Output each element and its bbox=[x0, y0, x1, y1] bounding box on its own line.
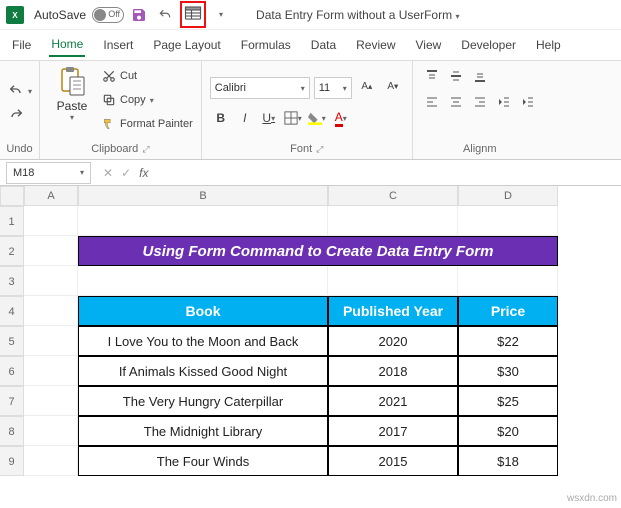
row-header[interactable]: 2 bbox=[0, 236, 24, 266]
increase-font-button[interactable]: A▴ bbox=[356, 75, 378, 97]
undo-button[interactable]: ▾ bbox=[8, 80, 32, 102]
table-cell[interactable]: $18 bbox=[458, 446, 558, 476]
row-header[interactable]: 5 bbox=[0, 326, 24, 356]
decrease-font-button[interactable]: A▾ bbox=[382, 75, 404, 97]
format-painter-button[interactable]: Format Painter bbox=[102, 113, 193, 135]
formula-bar: M18▾ ✕ ✓ fx bbox=[0, 160, 621, 186]
borders-button[interactable]: ▾ bbox=[282, 107, 304, 129]
table-cell[interactable]: 2018 bbox=[328, 356, 458, 386]
table-cell[interactable]: If Animals Kissed Good Night bbox=[78, 356, 328, 386]
cut-button[interactable]: Cut bbox=[102, 65, 193, 87]
table-header[interactable]: Price bbox=[458, 296, 558, 326]
excel-icon: X bbox=[6, 6, 24, 24]
font-name-dropdown[interactable]: Calibri▾ bbox=[210, 77, 310, 99]
tab-developer[interactable]: Developer bbox=[459, 34, 518, 56]
table-header[interactable]: Book bbox=[78, 296, 328, 326]
autosave-label: AutoSave bbox=[34, 8, 86, 22]
ribbon-tabs: File Home Insert Page Layout Formulas Da… bbox=[0, 30, 621, 60]
font-size-dropdown[interactable]: 11▾ bbox=[314, 77, 352, 99]
table-cell[interactable]: I Love You to the Moon and Back bbox=[78, 326, 328, 356]
col-header-d[interactable]: D bbox=[458, 186, 558, 206]
name-box[interactable]: M18▾ bbox=[6, 162, 91, 184]
paste-button[interactable]: Paste▾ bbox=[48, 65, 96, 122]
group-undo-label: Undo bbox=[8, 141, 31, 155]
tab-insert[interactable]: Insert bbox=[101, 34, 135, 56]
save-button[interactable] bbox=[128, 4, 150, 26]
redo-button[interactable] bbox=[8, 104, 24, 126]
undo-qat-button[interactable] bbox=[154, 4, 176, 26]
align-bottom-button[interactable] bbox=[469, 65, 491, 87]
table-cell[interactable]: $22 bbox=[458, 326, 558, 356]
enter-formula-icon[interactable]: ✓ bbox=[121, 166, 131, 180]
tab-data[interactable]: Data bbox=[309, 34, 338, 56]
align-left-button[interactable] bbox=[421, 91, 443, 113]
title-bar: X AutoSave Off ▾ Data Entry Form without… bbox=[0, 0, 621, 30]
font-launcher-icon[interactable]: ⤢ bbox=[316, 144, 323, 155]
table-cell[interactable]: 2020 bbox=[328, 326, 458, 356]
document-title: Data Entry Form without a UserForm ▾ bbox=[256, 8, 459, 22]
copy-button[interactable]: Copy▾ bbox=[102, 89, 193, 111]
sheet-title[interactable]: Using Form Command to Create Data Entry … bbox=[78, 236, 558, 266]
table-cell[interactable]: 2017 bbox=[328, 416, 458, 446]
italic-button[interactable]: I bbox=[234, 107, 256, 129]
table-cell[interactable]: 2015 bbox=[328, 446, 458, 476]
row-header[interactable]: 6 bbox=[0, 356, 24, 386]
table-cell[interactable]: The Four Winds bbox=[78, 446, 328, 476]
group-clipboard-label: Clipboard bbox=[91, 143, 138, 155]
row-header[interactable]: 9 bbox=[0, 446, 24, 476]
col-header-a[interactable]: A bbox=[24, 186, 78, 206]
row-header[interactable]: 8 bbox=[0, 416, 24, 446]
row-header[interactable]: 4 bbox=[0, 296, 24, 326]
autosave-toggle[interactable]: AutoSave Off bbox=[34, 7, 124, 23]
col-header-c[interactable]: C bbox=[328, 186, 458, 206]
bold-button[interactable]: B bbox=[210, 107, 232, 129]
increase-indent-button[interactable] bbox=[517, 91, 539, 113]
group-alignment-label: Alignm bbox=[421, 141, 539, 155]
table-cell[interactable]: The Very Hungry Caterpillar bbox=[78, 386, 328, 416]
fill-color-button[interactable]: ▾ bbox=[306, 107, 328, 129]
table-cell[interactable]: The Midnight Library bbox=[78, 416, 328, 446]
col-header-b[interactable]: B bbox=[78, 186, 328, 206]
align-right-button[interactable] bbox=[469, 91, 491, 113]
ribbon: ▾ Undo Paste▾ Cut Copy▾ bbox=[0, 60, 621, 160]
underline-button[interactable]: U▾ bbox=[258, 107, 280, 129]
table-cell[interactable]: $25 bbox=[458, 386, 558, 416]
tab-page-layout[interactable]: Page Layout bbox=[151, 34, 222, 56]
tab-review[interactable]: Review bbox=[354, 34, 397, 56]
tab-help[interactable]: Help bbox=[534, 34, 563, 56]
row-header[interactable]: 1 bbox=[0, 206, 24, 236]
tab-file[interactable]: File bbox=[10, 34, 33, 56]
table-cell[interactable]: $20 bbox=[458, 416, 558, 446]
clipboard-launcher-icon[interactable]: ⤢ bbox=[142, 144, 149, 155]
cancel-formula-icon[interactable]: ✕ bbox=[103, 166, 113, 180]
row-header[interactable]: 7 bbox=[0, 386, 24, 416]
row-header[interactable]: 3 bbox=[0, 266, 24, 296]
align-top-button[interactable] bbox=[421, 65, 443, 87]
svg-text:X: X bbox=[12, 10, 18, 19]
tab-formulas[interactable]: Formulas bbox=[239, 34, 293, 56]
tab-view[interactable]: View bbox=[414, 34, 444, 56]
decrease-indent-button[interactable] bbox=[493, 91, 515, 113]
table-header[interactable]: Published Year bbox=[328, 296, 458, 326]
watermark: wsxdn.com bbox=[567, 493, 617, 504]
table-cell[interactable]: $30 bbox=[458, 356, 558, 386]
spreadsheet-grid: A B C D 1 2 3 4 5 6 7 8 9 Using Form Com… bbox=[0, 186, 621, 476]
form-qat-button-highlighted[interactable] bbox=[180, 1, 206, 28]
select-all-corner[interactable] bbox=[0, 186, 24, 206]
table-cell[interactable]: 2021 bbox=[328, 386, 458, 416]
group-font-label: Font bbox=[290, 143, 312, 155]
align-center-button[interactable] bbox=[445, 91, 467, 113]
font-color-button[interactable]: A▾ bbox=[330, 107, 352, 129]
qat-customize-button[interactable]: ▾ bbox=[210, 4, 232, 26]
tab-home[interactable]: Home bbox=[49, 33, 85, 57]
fx-icon[interactable]: fx bbox=[139, 166, 148, 180]
align-middle-button[interactable] bbox=[445, 65, 467, 87]
